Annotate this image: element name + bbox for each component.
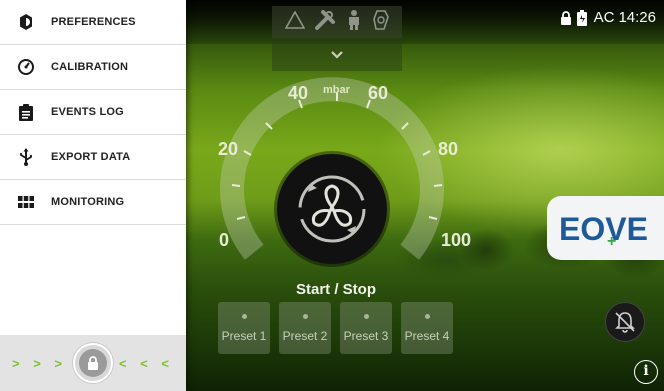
svg-text:+: +	[607, 233, 616, 246]
preset-buttons: Preset 1 Preset 2 Preset 3 Preset 4	[218, 302, 453, 354]
unlock-handle[interactable]	[73, 343, 113, 383]
grid-icon	[16, 192, 36, 212]
tools-icon	[314, 9, 336, 35]
unlock-slider[interactable]: > > > < < <	[0, 335, 186, 391]
menu-item-label: CALIBRATION	[51, 61, 129, 73]
menu-item-label: MONITORING	[51, 196, 125, 208]
bell-off-icon	[615, 312, 635, 333]
preset-2-button[interactable]: Preset 2	[279, 302, 331, 354]
preset-label: Preset 2	[282, 328, 328, 343]
fan-icon	[298, 175, 366, 243]
preset-4-button[interactable]: Preset 4	[401, 302, 453, 354]
gauge-label-100: 100	[441, 230, 472, 250]
settings-icon	[16, 12, 36, 32]
preset-3-button[interactable]: Preset 3	[340, 302, 392, 354]
gauge-label-60: 60	[368, 83, 389, 103]
eove-logo: EOVE +	[559, 211, 648, 246]
menu-item-label: EXPORT DATA	[51, 151, 131, 163]
ventilator-icon	[372, 9, 390, 35]
preset-indicator	[363, 313, 369, 319]
preset-indicator	[424, 313, 430, 319]
menu-item-label: EVENTS LOG	[51, 106, 124, 118]
warning-triangle-icon	[284, 10, 305, 33]
preset-indicator	[241, 313, 247, 319]
info-icon: i	[643, 363, 649, 379]
unlock-arrows-right: < < <	[119, 355, 174, 371]
gauge-tick	[433, 184, 443, 187]
navigation-drawer: PREFERENCES CALIBRATION EVENTS LOG EXPOR…	[0, 0, 186, 391]
lock-icon	[560, 10, 571, 25]
status-indicators: AC 14:26	[560, 9, 656, 26]
power-source: AC	[593, 9, 615, 26]
eove-logo-badge: EOVE +	[547, 196, 664, 260]
gauge-label-0: 0	[219, 230, 230, 250]
gauge-unit: mbar	[323, 84, 350, 96]
unlock-arrows-left: > > >	[12, 355, 67, 371]
lock-icon	[79, 349, 107, 377]
info-button[interactable]: i	[634, 360, 658, 384]
preset-label: Preset 1	[221, 328, 267, 343]
start-stop-button[interactable]	[277, 154, 387, 264]
gauge-label-80: 80	[438, 139, 459, 159]
menu-item-monitoring[interactable]: MONITORING	[0, 180, 186, 225]
menu-item-events-log[interactable]: EVENTS LOG	[0, 90, 186, 135]
menu-item-label: PREFERENCES	[51, 16, 136, 28]
menu-item-export-data[interactable]: EXPORT DATA	[0, 135, 186, 180]
gauge-tick	[231, 184, 241, 187]
gauge-icon	[16, 57, 36, 77]
start-stop-label: Start / Stop	[296, 281, 377, 298]
chevron-down-icon	[331, 50, 343, 59]
gauge-label-20: 20	[218, 139, 239, 159]
clock-time: 14:26	[618, 9, 656, 26]
preset-1-button[interactable]: Preset 1	[218, 302, 270, 354]
preset-indicator	[302, 313, 308, 319]
alarm-mute-button[interactable]	[605, 302, 645, 342]
svg-text:EOVE: EOVE	[559, 211, 648, 246]
clipboard-icon	[16, 102, 36, 122]
gauge-label-40: 40	[288, 83, 309, 103]
preset-label: Preset 3	[343, 328, 389, 343]
usb-icon	[16, 147, 36, 167]
preset-label: Preset 4	[404, 328, 450, 343]
menu-item-preferences[interactable]: PREFERENCES	[0, 0, 186, 45]
menu-item-calibration[interactable]: CALIBRATION	[0, 45, 186, 90]
person-icon	[345, 9, 363, 35]
battery-charging-icon	[576, 9, 587, 26]
alert-icons-tab[interactable]	[272, 6, 402, 38]
